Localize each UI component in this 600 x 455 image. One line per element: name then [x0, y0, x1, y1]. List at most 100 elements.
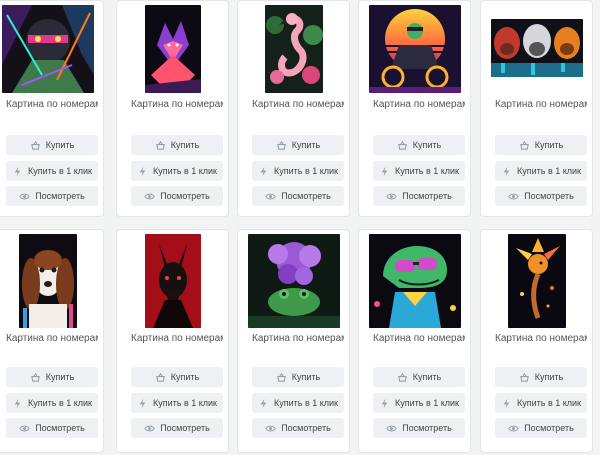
lightning-icon: [379, 166, 390, 177]
buy-one-click-button[interactable]: Купить в 1 клик: [495, 393, 587, 413]
product-card[interactable]: Картина по номерам Strateg... Купить Куп…: [237, 229, 350, 453]
lightning-icon: [258, 166, 269, 177]
product-title[interactable]: Картина по номерам Strateg...: [495, 99, 587, 111]
buy-one-click-button[interactable]: Купить в 1 клик: [131, 393, 223, 413]
buy-one-click-button[interactable]: Купить в 1 клик: [252, 161, 344, 181]
buy-one-click-label: Купить в 1 клик: [28, 398, 92, 408]
buy-one-click-button[interactable]: Купить в 1 клик: [373, 393, 465, 413]
basket-icon: [155, 372, 166, 383]
buy-one-click-button[interactable]: Купить в 1 клик: [252, 393, 344, 413]
buy-one-click-button[interactable]: Купить в 1 клик: [373, 161, 465, 181]
product-card[interactable]: Картина по номерам Strateg... Купить Куп…: [480, 229, 593, 453]
buy-one-click-label: Купить в 1 клик: [274, 166, 338, 176]
eye-icon: [19, 423, 30, 434]
view-button[interactable]: Посмотреть: [131, 418, 223, 438]
product-card[interactable]: Картина по номерам Strateg... Купить Куп…: [116, 0, 229, 217]
product-image[interactable]: [264, 5, 323, 93]
buy-one-click-label: Купить в 1 клик: [28, 166, 92, 176]
product-image[interactable]: [490, 19, 583, 77]
product-card[interactable]: Картина по номерам Strateg... Купить Куп…: [358, 0, 471, 217]
view-button[interactable]: Посмотреть: [252, 418, 344, 438]
product-grid: Картина по номерам Strateg... Купить Куп…: [0, 0, 600, 455]
buy-label: Купить: [412, 372, 442, 382]
buy-button[interactable]: Купить: [252, 367, 344, 387]
eye-icon: [19, 191, 30, 202]
eye-icon: [386, 423, 397, 434]
product-image[interactable]: [368, 234, 461, 328]
product-title[interactable]: Картина по номерам Strateg...: [495, 333, 587, 345]
lightning-icon: [501, 398, 512, 409]
product-card[interactable]: Картина по номерам Strateg... Купить Куп…: [480, 0, 593, 217]
lightning-icon: [137, 166, 148, 177]
view-button[interactable]: Посмотреть: [131, 186, 223, 206]
buy-one-click-label: Купить в 1 клик: [395, 166, 459, 176]
product-title[interactable]: Картина по номерам Strateg...: [131, 99, 223, 111]
buy-button[interactable]: Купить: [252, 135, 344, 155]
view-label: Посмотреть: [402, 423, 452, 433]
view-label: Посмотреть: [524, 191, 574, 201]
product-title[interactable]: Картина по номерам Strateg...: [252, 333, 344, 345]
basket-icon: [155, 140, 166, 151]
product-image[interactable]: [507, 234, 566, 328]
product-image[interactable]: [144, 234, 201, 328]
view-button[interactable]: Посмотреть: [495, 186, 587, 206]
product-title[interactable]: Картина по номерам Strateg...: [131, 333, 223, 345]
product-title[interactable]: Картина по номерам Strateg...: [6, 99, 98, 111]
basket-icon: [397, 140, 408, 151]
view-button[interactable]: Посмотреть: [6, 186, 98, 206]
buy-one-click-label: Купить в 1 клик: [274, 398, 338, 408]
product-title[interactable]: Картина по номерам Strateg...: [373, 99, 465, 111]
view-label: Посмотреть: [35, 423, 85, 433]
view-label: Посмотреть: [281, 191, 331, 201]
buy-label: Купить: [291, 140, 321, 150]
product-image[interactable]: [247, 234, 340, 328]
buy-one-click-label: Купить в 1 клик: [517, 398, 581, 408]
buy-one-click-label: Купить в 1 клик: [395, 398, 459, 408]
buy-button[interactable]: Купить: [131, 135, 223, 155]
lightning-icon: [379, 398, 390, 409]
product-card[interactable]: Картина по номерам Strateg... Купить Куп…: [0, 229, 104, 453]
product-image[interactable]: [18, 234, 77, 328]
buy-button[interactable]: Купить: [495, 367, 587, 387]
buy-button[interactable]: Купить: [131, 367, 223, 387]
buy-button[interactable]: Купить: [6, 367, 98, 387]
basket-icon: [276, 372, 287, 383]
product-title[interactable]: Картина по номерам Strateg...: [252, 99, 344, 111]
product-title[interactable]: Картина по номерам Strateg...: [6, 333, 98, 345]
view-button[interactable]: Посмотреть: [6, 418, 98, 438]
buy-one-click-button[interactable]: Купить в 1 клик: [131, 161, 223, 181]
view-button[interactable]: Посмотреть: [495, 418, 587, 438]
buy-button[interactable]: Купить: [495, 135, 587, 155]
lightning-icon: [12, 166, 23, 177]
view-button[interactable]: Посмотреть: [252, 186, 344, 206]
lightning-icon: [12, 398, 23, 409]
buy-label: Купить: [534, 140, 564, 150]
product-card[interactable]: Картина по номерам Strateg... Купить Куп…: [0, 0, 104, 217]
view-button[interactable]: Посмотреть: [373, 186, 465, 206]
product-title[interactable]: Картина по номерам Strateg...: [373, 333, 465, 345]
view-label: Посмотреть: [281, 423, 331, 433]
buy-label: Купить: [45, 372, 75, 382]
product-card[interactable]: Картина по номерам Strateg... Купить Куп…: [237, 0, 350, 217]
product-image[interactable]: [1, 5, 94, 93]
product-image[interactable]: [368, 5, 461, 93]
buy-one-click-button[interactable]: Купить в 1 клик: [6, 161, 98, 181]
product-card[interactable]: Картина по номерам Strateg... Купить Куп…: [116, 229, 229, 453]
buy-one-click-button[interactable]: Купить в 1 клик: [6, 393, 98, 413]
basket-icon: [276, 140, 287, 151]
buy-button[interactable]: Купить: [373, 367, 465, 387]
buy-button[interactable]: Купить: [373, 135, 465, 155]
lightning-icon: [501, 166, 512, 177]
buy-label: Купить: [412, 140, 442, 150]
buy-one-click-button[interactable]: Купить в 1 клик: [495, 161, 587, 181]
buy-button[interactable]: Купить: [6, 135, 98, 155]
basket-icon: [519, 140, 530, 151]
eye-icon: [508, 191, 519, 202]
product-image[interactable]: [144, 5, 201, 93]
buy-label: Купить: [170, 372, 200, 382]
eye-icon: [508, 423, 519, 434]
product-card[interactable]: Картина по номерам Strateg... Купить Куп…: [358, 229, 471, 453]
lightning-icon: [258, 398, 269, 409]
view-button[interactable]: Посмотреть: [373, 418, 465, 438]
buy-label: Купить: [534, 372, 564, 382]
